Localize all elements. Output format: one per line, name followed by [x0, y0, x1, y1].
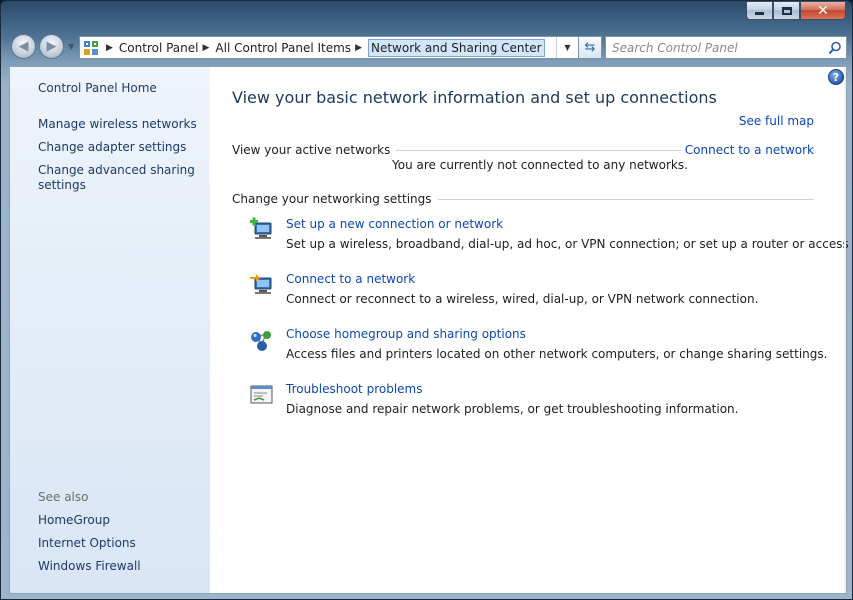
active-networks-section: View your active networks Connect to a n…: [232, 143, 814, 159]
search-box[interactable]: [605, 36, 847, 59]
sidebar-link-manage-wireless[interactable]: Manage wireless networks: [38, 117, 208, 132]
page-title: View your basic network information and …: [232, 88, 717, 107]
close-icon: ✕: [817, 2, 829, 19]
network-status-message: You are currently not connected to any n…: [392, 158, 688, 172]
navigation-bar: ◀ ▶ ▼ ▶ Control Panel ▶ All Control Pane…: [9, 34, 847, 60]
breadcrumb-separator-icon[interactable]: ▶: [106, 43, 113, 53]
task-desc-new-connection: Set up a wireless, broadband, dial-up, a…: [286, 237, 853, 251]
task-desc-connect-network: Connect or reconnect to a wireless, wire…: [286, 292, 759, 306]
background-window-strip: [1, 1, 741, 21]
refresh-icon: ⇆: [584, 40, 596, 55]
address-history-dropdown[interactable]: ▼: [556, 37, 578, 58]
task-connect-network: Connect to a network Connect or reconnec…: [249, 272, 829, 312]
chevron-down-icon: ▼: [564, 43, 571, 52]
caption-buttons: ✕: [746, 1, 846, 20]
back-button[interactable]: ◀: [11, 34, 36, 59]
task-new-connection: Set up a new connection or network Set u…: [249, 217, 853, 257]
task-link-connect-network[interactable]: Connect to a network: [286, 272, 415, 286]
minimize-icon: [755, 12, 764, 15]
see-full-map-link[interactable]: See full map: [739, 114, 814, 128]
main-panel: View your basic network information and …: [232, 67, 853, 587]
sidebar-link-windows-firewall[interactable]: Windows Firewall: [38, 559, 208, 574]
recent-pages-dropdown-icon[interactable]: ▼: [68, 42, 74, 51]
minimize-button[interactable]: [746, 1, 773, 20]
breadcrumb-separator-icon[interactable]: ▶: [355, 43, 362, 53]
breadcrumb-separator-icon[interactable]: ▶: [203, 43, 210, 53]
forward-arrow-icon: ▶: [46, 39, 57, 54]
connect-network-icon: [249, 272, 275, 298]
maximize-icon: [781, 6, 792, 15]
forward-button[interactable]: ▶: [39, 34, 64, 59]
breadcrumb-network-sharing-center[interactable]: Network and Sharing Center: [367, 38, 545, 57]
breadcrumb-all-items[interactable]: All Control Panel Items: [215, 41, 351, 55]
troubleshoot-icon: [249, 382, 275, 408]
refresh-button[interactable]: ⇆: [579, 36, 602, 59]
task-link-homegroup[interactable]: Choose homegroup and sharing options: [286, 327, 526, 341]
explorer-window: ✕ ◀ ▶ ▼ ▶ Control Panel ▶ All Control Pa…: [0, 0, 853, 600]
networking-settings-heading: Change your networking settings: [232, 192, 438, 206]
task-link-troubleshoot[interactable]: Troubleshoot problems: [286, 382, 422, 396]
sidebar-link-control-panel-home[interactable]: Control Panel Home: [38, 81, 208, 96]
homegroup-icon: [249, 327, 275, 353]
control-panel-icon: [80, 37, 102, 58]
see-also-heading: See also: [38, 490, 89, 504]
search-icon[interactable]: [824, 37, 846, 58]
close-button[interactable]: ✕: [800, 1, 846, 20]
help-icon[interactable]: ?: [828, 69, 844, 85]
breadcrumb-control-panel[interactable]: Control Panel: [119, 41, 199, 55]
task-desc-troubleshoot: Diagnose and repair network problems, or…: [286, 402, 739, 416]
sidebar-link-internet-options[interactable]: Internet Options: [38, 536, 208, 551]
sidebar-link-homegroup[interactable]: HomeGroup: [38, 513, 208, 528]
task-troubleshoot: Troubleshoot problems Diagnose and repai…: [249, 382, 829, 422]
sidebar-link-adapter-settings[interactable]: Change adapter settings: [38, 140, 208, 155]
search-input[interactable]: [606, 37, 824, 58]
task-desc-homegroup: Access files and printers located on oth…: [286, 347, 828, 361]
connect-to-network-link[interactable]: Connect to a network: [680, 143, 814, 157]
task-homegroup: Choose homegroup and sharing options Acc…: [249, 327, 829, 367]
networking-settings-section: Change your networking settings: [232, 192, 814, 208]
address-bar[interactable]: ▶ Control Panel ▶ All Control Panel Item…: [79, 36, 579, 59]
maximize-button[interactable]: [773, 1, 800, 20]
pane-edge: [844, 67, 846, 593]
task-sidebar: Control Panel Home Manage wireless netwo…: [10, 67, 210, 593]
new-connection-icon: [249, 217, 275, 243]
sidebar-link-advanced-sharing[interactable]: Change advanced sharing settings: [38, 163, 198, 193]
content-pane: Control Panel Home Manage wireless netwo…: [9, 66, 853, 594]
active-networks-heading: View your active networks: [232, 143, 397, 157]
task-link-new-connection[interactable]: Set up a new connection or network: [286, 217, 503, 231]
back-arrow-icon: ◀: [18, 39, 29, 54]
